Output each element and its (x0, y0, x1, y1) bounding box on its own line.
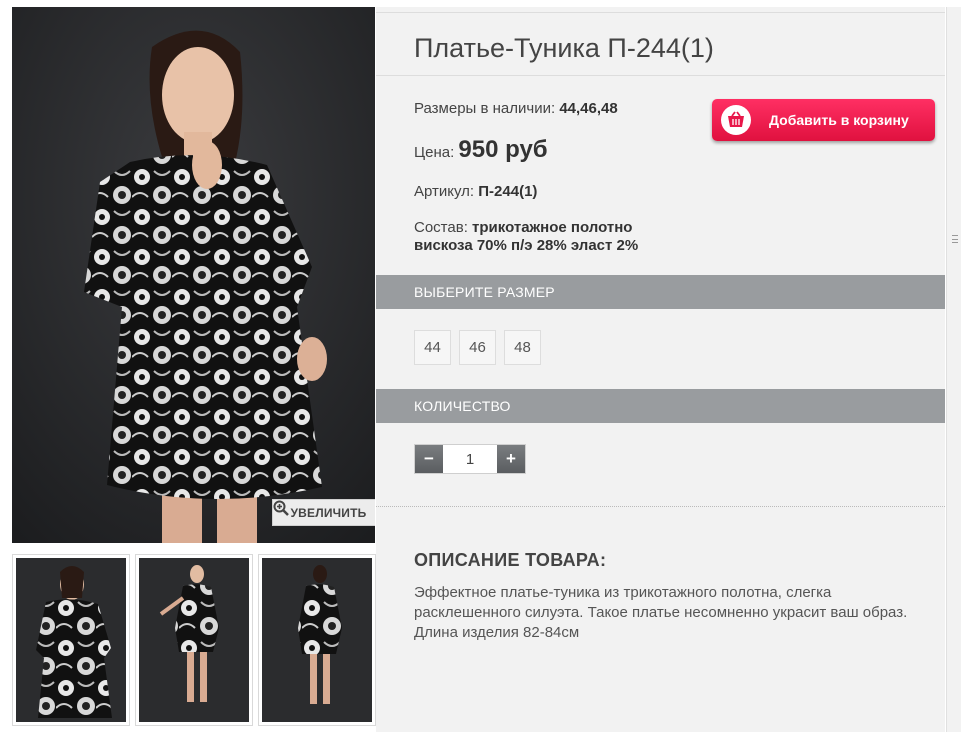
model-photo-illustration (12, 7, 375, 543)
composition-label: Состав: (414, 219, 468, 236)
basket-icon (721, 105, 751, 135)
thumbnail-photo-1 (36, 566, 112, 718)
thumbnail-3[interactable] (258, 554, 376, 726)
description-text: Эффектное платье-туника из трикотажного … (414, 584, 908, 641)
scroll-grip-icon (952, 235, 958, 243)
magnifier-plus-icon (273, 500, 289, 516)
price-label: Цена: (414, 144, 455, 161)
size-option-46[interactable]: 46 (459, 330, 496, 365)
quantity-stepper: − + (414, 444, 526, 474)
sizes-value: 44,46,48 (559, 100, 618, 117)
price: Цена: 950 руб (414, 136, 548, 164)
description-heading: ОПИСАНИЕ ТОВАРА: (414, 550, 607, 570)
divider (376, 75, 945, 76)
zoom-label: УВЕЛИЧИТЬ (290, 505, 367, 520)
thumbnail-photo-3 (298, 565, 342, 704)
title-box: Платье-Туника П-244(1) (376, 12, 945, 76)
quantity-decrease-button[interactable]: − (415, 445, 443, 473)
sizes-available: Размеры в наличии: 44,46,48 (414, 100, 618, 117)
sku-value: П-244(1) (478, 183, 538, 200)
add-to-cart-button[interactable]: Добавить в корзину (712, 99, 935, 141)
composition: Состав: трикотажное полотно вискоза 70% … (414, 219, 638, 255)
divider-dotted (376, 506, 945, 507)
composition-line2: вискоза 70% п/э 28% эласт 2% (414, 237, 639, 254)
zoom-button[interactable]: УВЕЛИЧИТЬ (272, 499, 375, 526)
size-section-header: ВЫБЕРИТЕ РАЗМЕР (376, 275, 945, 309)
thumbnail-1[interactable] (12, 554, 130, 726)
quantity-input[interactable] (443, 445, 497, 473)
thumbnail-photo-2 (159, 565, 219, 702)
price-value: 950 руб (458, 136, 548, 163)
size-option-44[interactable]: 44 (414, 330, 451, 365)
thumbnail-strip (12, 554, 376, 726)
thumbnail-2[interactable] (135, 554, 253, 726)
composition-line1: трикотажное полотно (472, 219, 633, 236)
product-details-panel: Платье-Туника П-244(1) Размеры в наличии… (376, 7, 945, 732)
quantity-section-header: КОЛИЧЕСТВО (376, 389, 945, 423)
scrollbar[interactable] (946, 7, 961, 732)
product-title: Платье-Туника П-244(1) (414, 33, 714, 63)
size-option-48[interactable]: 48 (504, 330, 541, 365)
sku-label: Артикул: (414, 183, 475, 200)
sizes-label: Размеры в наличии: (414, 100, 556, 117)
quantity-increase-button[interactable]: + (497, 445, 525, 473)
sku: Артикул: П-244(1) (414, 183, 537, 200)
main-product-image[interactable]: УВЕЛИЧИТЬ (12, 7, 375, 543)
add-to-cart-label: Добавить в корзину (769, 112, 909, 128)
